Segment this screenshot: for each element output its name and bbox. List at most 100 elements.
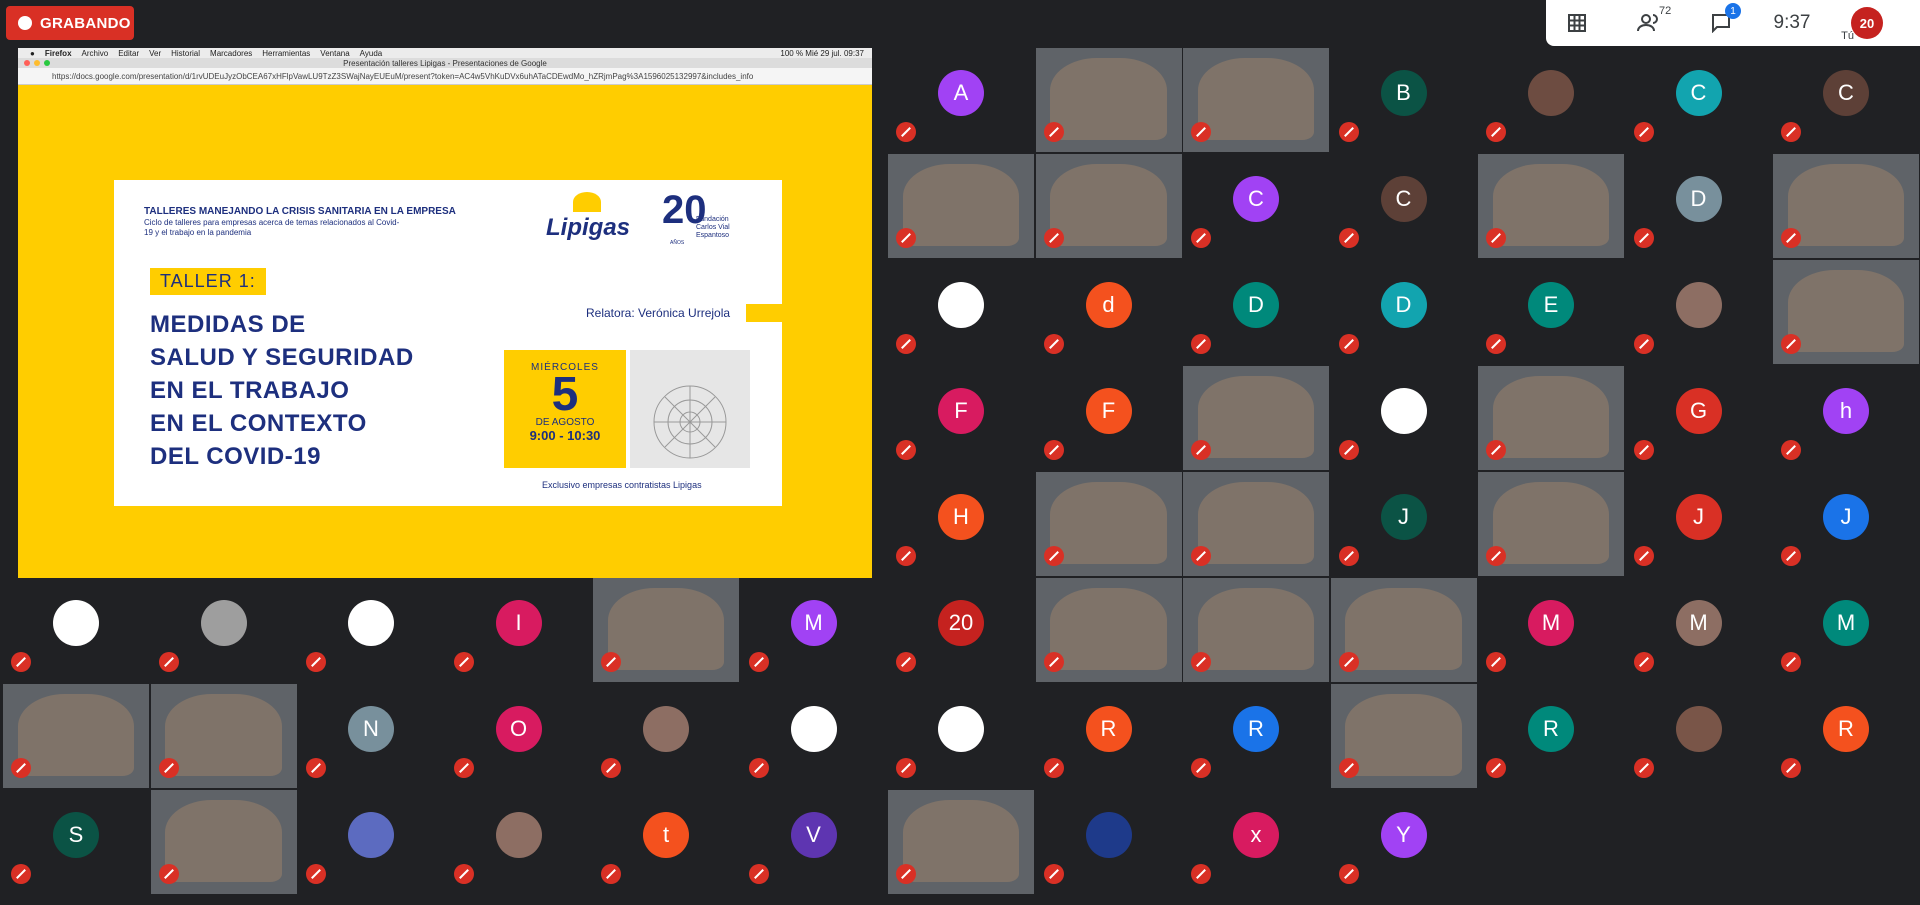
participant-tile[interactable] [298, 790, 444, 894]
slide-title: MEDIDAS DE SALUD Y SEGURIDAD EN EL TRABA… [150, 308, 414, 473]
participant-tile[interactable] [1183, 366, 1329, 470]
participant-tile[interactable]: x [1183, 790, 1329, 894]
lipigas-logo-text: Lipigas [546, 214, 631, 241]
participant-tile[interactable] [298, 578, 444, 682]
participants-count: 72 [1659, 5, 1672, 17]
participant-tile[interactable] [593, 684, 739, 788]
presentation-tile[interactable]: ● Firefox Archivo Editar Ver Historial M… [18, 48, 872, 578]
mic-off-icon [896, 334, 916, 354]
participant-tile[interactable]: N [298, 684, 444, 788]
participant-tile[interactable]: 20 [888, 578, 1034, 682]
participant-tile[interactable] [1478, 154, 1624, 258]
participant-tile[interactable]: M [1625, 578, 1772, 682]
participant-tile[interactable] [1478, 472, 1624, 576]
participant-tile[interactable]: M [1773, 578, 1919, 682]
participant-tile[interactable] [1478, 48, 1624, 152]
participant-tile[interactable]: M [740, 578, 887, 682]
participant-tile[interactable] [1330, 684, 1477, 788]
participant-tile[interactable]: G [1625, 366, 1772, 470]
mic-off-icon [11, 758, 31, 778]
participants-button[interactable]: 72 [1608, 0, 1690, 46]
participant-avatar [200, 600, 247, 646]
participant-tile[interactable] [3, 578, 149, 682]
participant-tile[interactable]: M [1478, 578, 1624, 682]
participant-tile[interactable] [1330, 366, 1477, 470]
participant-tile[interactable]: R [1035, 684, 1182, 788]
participant-tile[interactable]: O [445, 684, 592, 788]
participant-tile[interactable]: D [1625, 154, 1772, 258]
participant-tile[interactable] [150, 684, 297, 788]
mic-off-icon [1338, 228, 1359, 248]
mic-off-icon [748, 864, 769, 884]
menu-firefox: Firefox [44, 48, 72, 58]
participant-tile[interactable] [1183, 48, 1329, 152]
participant-tile[interactable] [1625, 260, 1772, 364]
mic-off-icon [1338, 122, 1359, 142]
participant-tile[interactable] [1773, 260, 1919, 364]
mic-off-icon [158, 758, 179, 778]
participant-tile[interactable] [593, 578, 739, 682]
participant-tile[interactable] [1035, 790, 1182, 894]
participant-tile[interactable] [1478, 366, 1624, 470]
participant-video [17, 694, 135, 776]
participant-tile[interactable]: V [740, 790, 887, 894]
participant-tile[interactable] [445, 790, 592, 894]
participant-tile[interactable] [1330, 578, 1477, 682]
participant-tile[interactable]: J [1773, 472, 1919, 576]
mic-off-icon [1043, 334, 1064, 354]
participant-tile[interactable]: D [1183, 260, 1329, 364]
mic-off-icon [896, 228, 916, 248]
participant-tile[interactable] [888, 790, 1034, 894]
participant-tile[interactable] [3, 684, 149, 788]
participant-tile[interactable] [1183, 472, 1329, 576]
participant-tile[interactable] [740, 684, 887, 788]
participant-tile[interactable]: t [593, 790, 739, 894]
participant-tile[interactable] [150, 578, 297, 682]
participant-tile[interactable]: J [1330, 472, 1477, 576]
mic-off-icon [1043, 546, 1064, 566]
participant-tile[interactable]: J [1625, 472, 1772, 576]
participant-tile[interactable]: C [1183, 154, 1329, 258]
participant-tile[interactable]: I [445, 578, 592, 682]
participant-tile[interactable]: R [1773, 684, 1919, 788]
participant-tile[interactable]: B [1330, 48, 1477, 152]
participant-tile[interactable]: C [1773, 48, 1919, 152]
mic-off-icon [1043, 758, 1064, 778]
participant-tile[interactable]: R [1478, 684, 1624, 788]
tab-title: Presentación talleres Lipigas - Presenta… [343, 58, 547, 68]
participant-tile[interactable]: h [1773, 366, 1919, 470]
participant-tile[interactable] [888, 154, 1034, 258]
participant-tile[interactable]: F [888, 366, 1034, 470]
participant-tile[interactable] [1773, 154, 1919, 258]
participant-tile[interactable]: E [1478, 260, 1624, 364]
slide-title-line: EN EL TRABAJO [150, 377, 350, 404]
participant-tile[interactable]: C [1625, 48, 1772, 152]
participant-tile[interactable] [888, 260, 1034, 364]
participant-tile[interactable] [1035, 48, 1182, 152]
participant-tile[interactable] [1035, 578, 1182, 682]
participant-tile[interactable] [1183, 578, 1329, 682]
participant-tile[interactable] [1625, 684, 1772, 788]
chat-button[interactable]: 1 [1690, 0, 1752, 46]
participant-tile[interactable] [1035, 472, 1182, 576]
participant-tile[interactable]: F [1035, 366, 1182, 470]
participant-tile[interactable]: C [1330, 154, 1477, 258]
participant-video [1197, 482, 1315, 564]
participant-tile[interactable] [1035, 154, 1182, 258]
participant-video [1050, 58, 1167, 140]
participant-tile[interactable]: R [1183, 684, 1329, 788]
participant-tile[interactable]: Y [1330, 790, 1477, 894]
url-bar: https://docs.google.com/presentation/d/1… [18, 68, 872, 85]
participant-video [165, 800, 282, 882]
participant-tile[interactable] [888, 684, 1034, 788]
participant-video [1787, 270, 1905, 352]
participant-tile[interactable]: S [3, 790, 149, 894]
participant-video [1492, 482, 1610, 564]
participant-tile[interactable]: d [1035, 260, 1182, 364]
participant-tile[interactable] [150, 790, 297, 894]
participant-tile[interactable]: D [1330, 260, 1477, 364]
participant-tile[interactable]: H [888, 472, 1034, 576]
participant-tile[interactable]: A [888, 48, 1034, 152]
participant-avatar: H [938, 494, 984, 540]
layout-button[interactable] [1546, 0, 1608, 46]
